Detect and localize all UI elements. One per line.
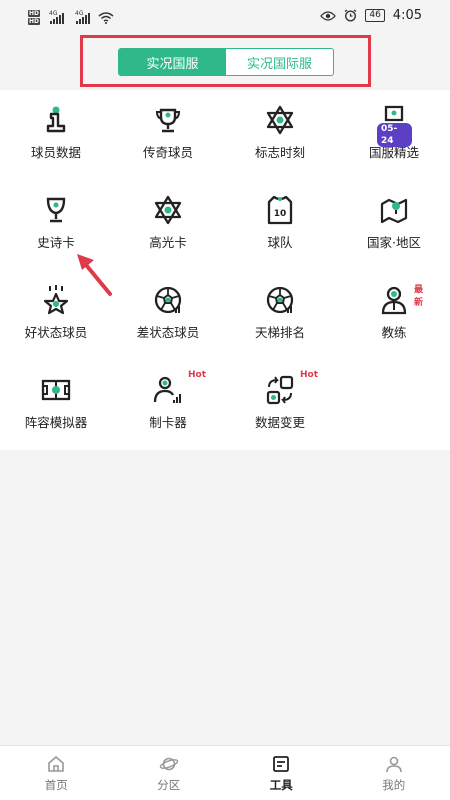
tool-label: 高光卡 [149, 235, 187, 250]
hd-indicator: HD HD [28, 10, 41, 25]
formation-icon [38, 374, 74, 406]
map-icon [376, 194, 412, 226]
tool-label: 史诗卡 [37, 235, 75, 250]
trophy-icon [150, 104, 186, 136]
tool-iconic-moments[interactable]: 标志时刻 [224, 90, 336, 180]
tool-data-change[interactable]: Hot 数据变更 [224, 360, 336, 450]
highlight-box: 实况国服 实况国际服 [80, 35, 371, 87]
net-label: 4G [75, 9, 84, 17]
featured-icon: 05-24 [376, 104, 412, 147]
tool-ladder-ranking[interactable]: 天梯排名 [224, 270, 336, 360]
nav-zones[interactable]: 分区 [113, 746, 226, 800]
tool-label: 球队 [267, 235, 293, 250]
good-form-icon [38, 284, 74, 316]
home-icon [48, 755, 65, 772]
net-label: 4G [49, 9, 58, 17]
ranking-football-icon [262, 284, 298, 316]
jersey-number: 10 [274, 209, 287, 219]
clock: 4:05 [392, 8, 422, 23]
tab-intl-server[interactable]: 实况国际服 [226, 49, 333, 75]
profile-icon [385, 756, 402, 772]
date-badge: 05-24 [377, 123, 412, 147]
tool-label: 差状态球员 [136, 325, 200, 340]
nav-tools[interactable]: 工具 [225, 746, 338, 800]
hot-badge: Hot [300, 370, 319, 380]
status-bar: HD HD 4G 4G 46 4:05 [0, 0, 450, 32]
tool-label: 教练 [381, 325, 407, 340]
planet-icon [159, 757, 178, 770]
tool-highlight-card[interactable]: 高光卡 [112, 180, 224, 270]
nav-profile[interactable]: 我的 [338, 746, 450, 800]
tool-coach[interactable]: 最新 教练 [338, 270, 450, 360]
card-maker-icon: Hot [150, 370, 206, 406]
signal-icon: 4G [75, 9, 91, 24]
alarm-icon [344, 9, 357, 22]
nav-label: 分区 [157, 777, 181, 792]
server-segment-control: 实况国服 实况国际服 [118, 48, 334, 76]
tool-label: 天梯排名 [254, 325, 305, 340]
coach-icon: 最新 [376, 284, 423, 316]
signal-group: HD HD 4G 4G [28, 10, 114, 25]
tool-label: 好状态球员 [24, 325, 88, 340]
tool-label: 传奇球员 [142, 145, 193, 160]
tool-label: 球员数据 [30, 145, 81, 160]
tool-label: 阵容模拟器 [24, 415, 88, 430]
tool-bad-form[interactable]: 差状态球员 [112, 270, 224, 360]
tool-lineup-simulator[interactable]: 阵容模拟器 [0, 360, 112, 450]
tools-icon [273, 755, 290, 772]
cup-icon [38, 194, 74, 226]
hd-label: HD [28, 18, 41, 25]
battery-indicator: 46 [365, 9, 385, 22]
star-of-david-icon [262, 104, 298, 136]
pointer-arrow [77, 254, 112, 296]
status-right: 46 4:05 [320, 8, 422, 23]
player-data-icon [38, 104, 74, 136]
tool-team[interactable]: 10 球队 [224, 180, 336, 270]
wifi-icon [98, 11, 114, 24]
tab-cn-server[interactable]: 实况国服 [119, 49, 226, 75]
tool-label: 数据变更 [254, 415, 305, 430]
nav-home[interactable]: 首页 [0, 746, 113, 800]
football-icon [150, 284, 186, 316]
tool-card-maker[interactable]: Hot 制卡器 [112, 360, 224, 450]
tool-label: 制卡器 [149, 415, 187, 430]
tool-label: 标志时刻 [254, 145, 305, 160]
nav-label: 首页 [44, 777, 68, 792]
hd-label: HD [28, 10, 41, 17]
signal-icon: 4G [49, 9, 65, 24]
tool-country-region[interactable]: 国家·地区 [338, 180, 450, 270]
tool-legend-players[interactable]: 传奇球员 [112, 90, 224, 180]
new-badge: 最新 [414, 285, 424, 308]
tool-player-data[interactable]: 球员数据 [0, 90, 112, 180]
server-switch-area: 实况国服 实况国际服 [0, 32, 450, 90]
tool-cn-featured[interactable]: 05-24 国服精选 [338, 90, 450, 180]
jersey-icon: 10 [262, 194, 298, 226]
data-change-icon: Hot [262, 370, 318, 406]
bottom-nav: 首页 分区 工具 我的 [0, 745, 450, 800]
tools-grid: 球员数据 传奇球员 标志时刻 05-24 国服精选 史诗卡 高光卡 10 球队 … [0, 90, 450, 450]
nav-label: 工具 [269, 777, 293, 792]
star-outline-icon [150, 194, 186, 226]
tool-label: 国家·地区 [367, 235, 421, 250]
eye-icon [320, 10, 337, 21]
nav-label: 我的 [382, 777, 406, 792]
hot-badge: Hot [188, 370, 207, 380]
